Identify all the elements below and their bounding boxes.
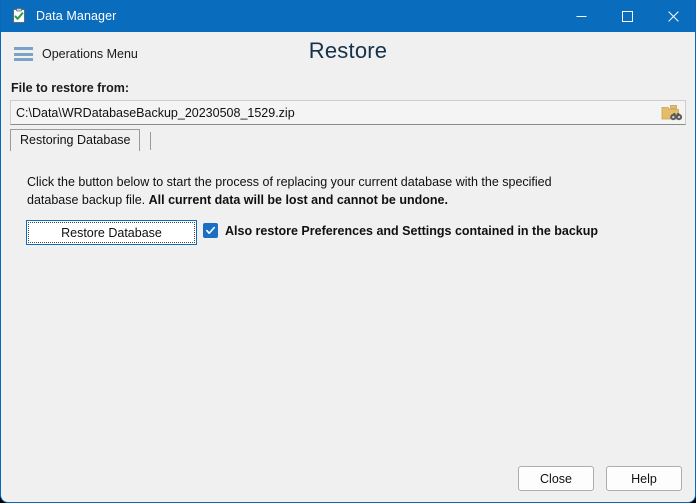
tab-label: Restoring Database [20,133,131,147]
restore-database-label: Restore Database [61,225,162,240]
help-button[interactable]: Help [606,466,682,491]
tab-strip: Restoring Database [10,129,151,151]
file-to-restore-label: File to restore from: [11,81,130,95]
folder-browse-icon[interactable] [658,101,684,124]
tab-panel-restoring-database: Click the button below to start the proc… [10,151,686,441]
restore-preferences-checkbox-row[interactable]: Also restore Preferences and Settings co… [203,223,598,238]
close-button[interactable]: Close [518,466,594,491]
close-icon[interactable] [650,0,695,32]
check-icon [206,226,215,234]
maximize-icon[interactable] [604,0,650,32]
restore-preferences-label: Also restore Preferences and Settings co… [225,223,599,238]
window-controls [558,0,695,32]
window-title: Data Manager [36,9,117,23]
data-manager-window: Data Manager Operations Menu Restore Fil… [0,0,696,503]
file-path-value[interactable]: C:\Data\WRDatabaseBackup_20230508_1529.z… [11,106,658,120]
footer-button-bar: Close Help [1,456,695,502]
file-path-field[interactable]: C:\Data\WRDatabaseBackup_20230508_1529.z… [10,100,686,125]
tab-restoring-database[interactable]: Restoring Database [10,129,141,151]
clipboard-check-icon [11,8,27,24]
restore-database-button[interactable]: Restore Database [26,220,197,245]
title-bar: Data Manager [1,0,695,32]
page-title: Restore [308,38,388,63]
restore-preferences-checkbox[interactable] [203,223,218,238]
instruction-text: Click the button below to start the proc… [27,173,567,209]
instruction-warning: All current data will be lost and cannot… [148,193,448,207]
tab-divider [149,132,151,150]
page-header: Operations Menu Restore [1,32,695,76]
minimize-icon[interactable] [558,0,604,32]
